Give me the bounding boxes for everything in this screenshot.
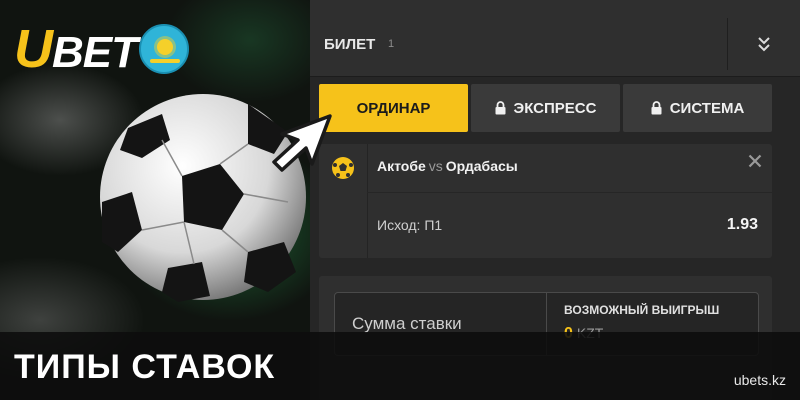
double-chevron-down-icon (758, 37, 770, 52)
close-icon (748, 154, 762, 168)
kazakhstan-flag-icon (139, 24, 189, 74)
bet-slip-title: БИЛЕТ (324, 36, 376, 53)
caption-title: ТИПЫ СТАВОК (14, 348, 276, 386)
remove-bet-button[interactable] (748, 154, 762, 173)
pointer-arrow-icon (272, 114, 332, 172)
bet-type-tabs: ОРДИНАР ЭКСПРЕСС СИСТЕМА (319, 84, 772, 132)
tab-label: ОРДИНАР (356, 99, 431, 117)
tab-express[interactable]: ЭКСПРЕСС (471, 84, 620, 132)
lock-icon (495, 101, 506, 115)
collapse-button[interactable] (727, 18, 800, 70)
home-team: Актобе (377, 158, 426, 174)
tab-label: ЭКСПРЕСС (513, 99, 597, 117)
caption-bar: ТИПЫ СТАВОК ubets.kz (0, 332, 800, 400)
potential-win-label: ВОЗМОЖНЫЙ ВЫИГРЫШ (564, 303, 720, 317)
ubet-logo: UBET (14, 22, 189, 76)
tab-system[interactable]: СИСТЕМА (623, 84, 772, 132)
event-teams: Актобе vs Ордабасы (377, 158, 518, 174)
lock-icon (651, 101, 662, 115)
bet-slip-count: 1 (388, 38, 395, 50)
tab-ordinar[interactable]: ОРДИНАР (319, 84, 468, 132)
away-team: Ордабасы (445, 158, 518, 174)
tab-label: СИСТЕМА (669, 99, 745, 117)
site-link[interactable]: ubets.kz (734, 372, 786, 388)
outcome-label: Исход: П1 (377, 217, 443, 233)
bet-event-card: Актобе vs Ордабасы Исход: П1 1.93 (319, 144, 772, 258)
bet-slip-header: БИЛЕТ 1 (310, 0, 800, 77)
versus-label: vs (428, 158, 443, 174)
divider (367, 192, 772, 193)
odds-value: 1.93 (726, 216, 758, 233)
logo-wordmark: UBET (14, 19, 138, 79)
